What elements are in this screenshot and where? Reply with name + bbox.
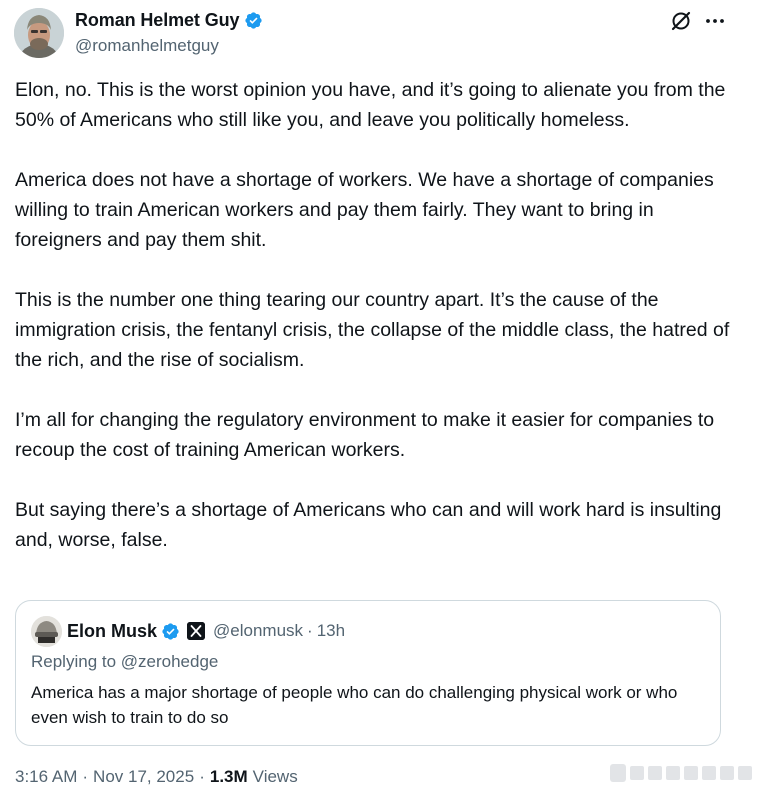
quoted-tweet-text: America has a major shortage of people w… <box>31 683 678 727</box>
quoted-timestamp[interactable]: 13h <box>317 621 345 641</box>
tweet-text: Elon, no. This is the worst opinion you … <box>15 75 745 555</box>
verified-badge-icon <box>161 622 180 641</box>
verified-badge-icon[interactable] <box>244 11 263 30</box>
separator-dot: · <box>307 621 313 640</box>
tweet-paragraph: This is the number one thing tearing our… <box>15 289 730 371</box>
tweet-paragraph: America does not have a shortage of work… <box>15 169 714 251</box>
author-handle[interactable]: @romanhelmetguy <box>75 36 263 56</box>
quoted-author-handle[interactable]: @elonmusk <box>213 621 303 641</box>
separator-dot: · <box>82 767 89 786</box>
grok-icon[interactable] <box>670 10 692 32</box>
quoted-tweet[interactable]: Elon Musk @elonmusk · 13h Replying to @z… <box>15 600 721 746</box>
tweet-date[interactable]: Nov 17, 2025 <box>93 767 194 787</box>
tweet-paragraph: I’m all for changing the regulatory envi… <box>15 409 715 461</box>
replying-to[interactable]: Replying to @zerohedge <box>31 652 218 672</box>
x-logo-icon <box>187 622 206 640</box>
author-name[interactable]: Roman Helmet Guy <box>75 10 240 31</box>
tweet-meta: 3:16 AM · Nov 17, 2025 · 1.3M Views <box>15 767 298 787</box>
tweet-header: Roman Helmet Guy @romanhelmetguy <box>14 8 754 58</box>
views-count: 1.3M <box>209 767 248 786</box>
quoted-author-name[interactable]: Elon Musk <box>67 621 157 642</box>
watermark-image <box>608 760 756 786</box>
quoted-author-avatar[interactable] <box>31 616 62 647</box>
views-label: Views <box>252 767 298 786</box>
author-avatar[interactable] <box>14 8 64 58</box>
more-icon[interactable] <box>704 10 726 32</box>
tweet-paragraph: But saying there’s a shortage of America… <box>15 499 722 551</box>
separator-dot: · <box>199 767 205 786</box>
tweet-time[interactable]: 3:16 AM <box>15 767 77 787</box>
tweet-paragraph: Elon, no. This is the worst opinion you … <box>15 79 726 131</box>
